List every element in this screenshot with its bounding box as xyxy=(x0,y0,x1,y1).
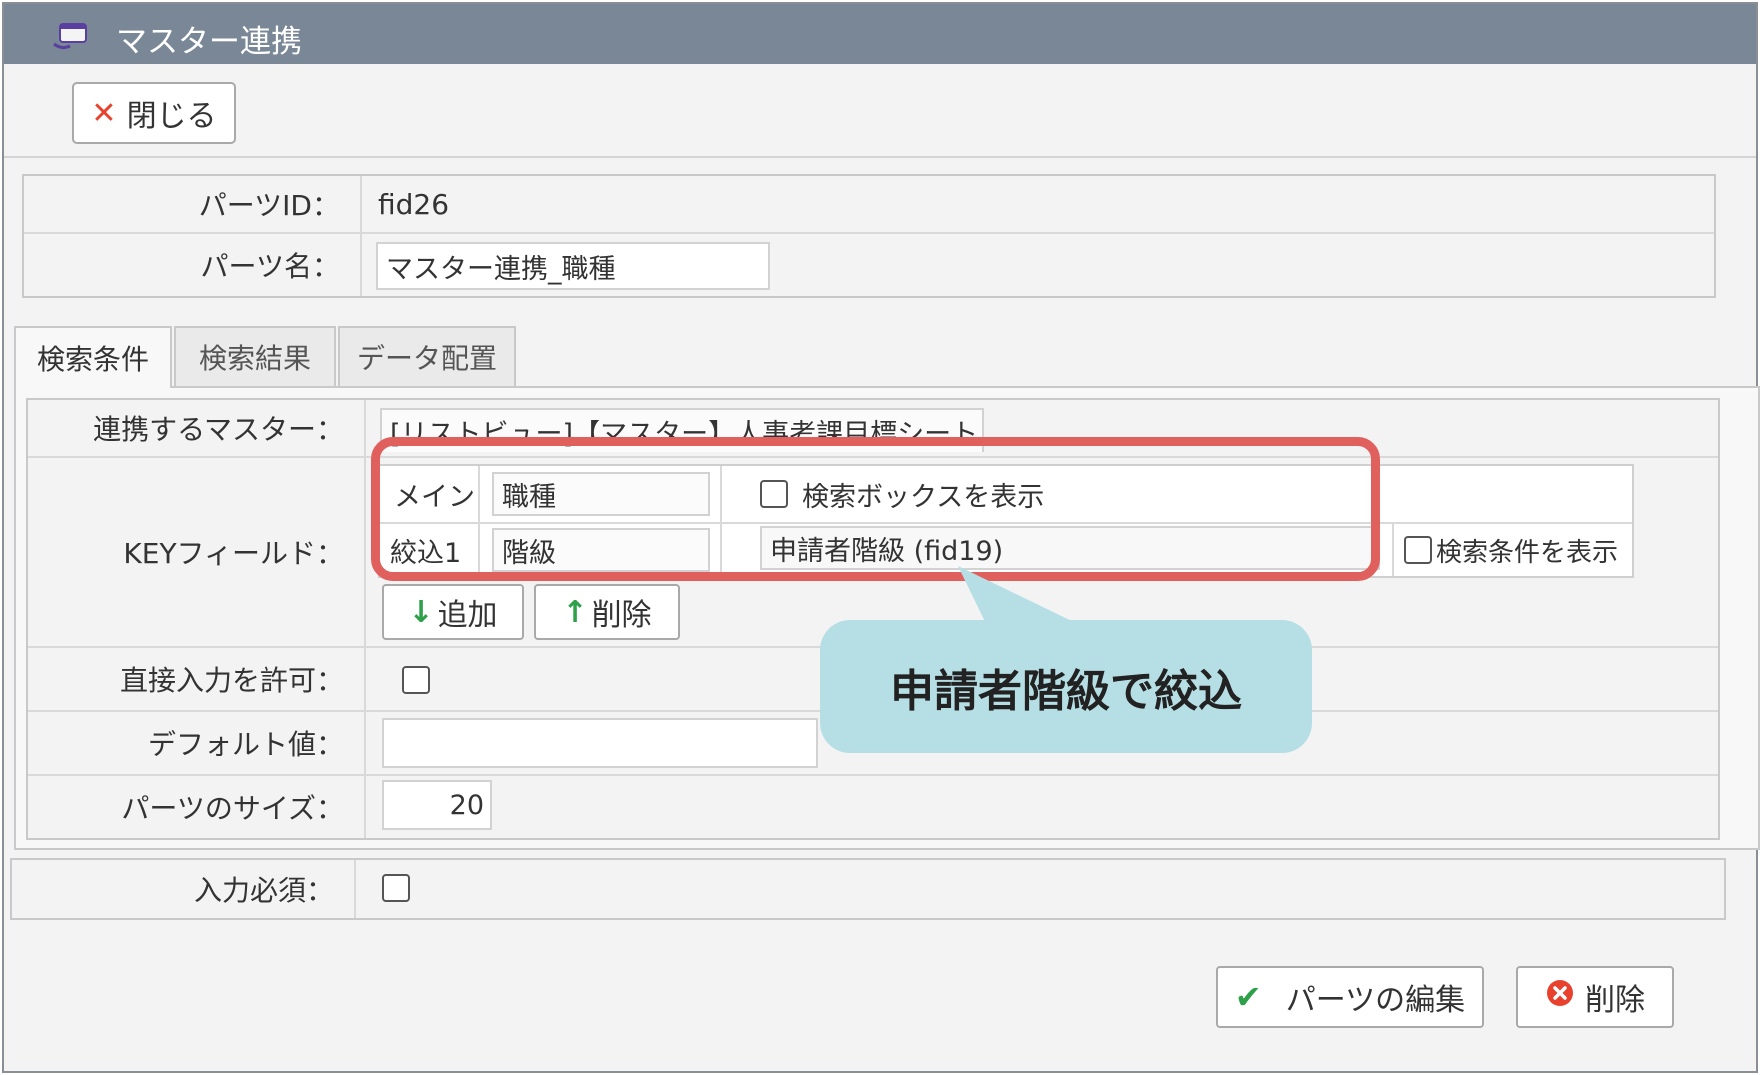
direct-input-checkbox[interactable] xyxy=(402,666,430,694)
tab-search-results[interactable]: 検索結果 xyxy=(174,326,336,386)
delete-parts-button[interactable]: 削除 xyxy=(1516,966,1674,1028)
arrow-up-icon: ↑ xyxy=(562,594,588,630)
arrow-down-icon: ↓ xyxy=(408,594,434,630)
basic-info-panel: パーツID： fid26 パーツ名： マスター連携_職種 xyxy=(22,174,1716,298)
default-value-input[interactable] xyxy=(382,718,818,768)
required-label: 入力必須： xyxy=(12,860,356,918)
required-checkbox[interactable] xyxy=(382,874,410,902)
linked-master-label: 連携するマスター： xyxy=(28,400,366,456)
parts-name-cell: マスター連携_職種 xyxy=(364,234,1714,296)
key-field-label: KEYフィールド： xyxy=(28,458,366,646)
parts-name-input[interactable]: マスター連携_職種 xyxy=(376,242,770,290)
remove-key-button[interactable]: ↑ 削除 xyxy=(534,584,680,640)
check-icon: ✔ xyxy=(1234,978,1262,1016)
parts-id-value: fid26 xyxy=(364,176,1714,232)
remove-key-button-label: 削除 xyxy=(591,598,652,633)
annotation-highlight-box xyxy=(371,437,1380,581)
toolbar-divider xyxy=(4,156,1756,158)
show-search-condition-checkbox[interactable] xyxy=(1404,536,1432,564)
required-row: 入力必須： xyxy=(10,858,1726,920)
app-window-icon xyxy=(52,20,92,50)
close-button-label: 閉じる xyxy=(126,99,217,134)
add-key-button[interactable]: ↓ 追加 xyxy=(382,584,524,640)
default-value-label: デフォルト値： xyxy=(28,712,366,774)
title-bar: マスター連携 xyxy=(4,4,1756,64)
parts-size-row: パーツのサイズ： 20 xyxy=(28,776,1718,838)
parts-name-row: パーツ名： マスター連携_職種 xyxy=(24,234,1714,296)
tab-search-conditions[interactable]: 検索条件 xyxy=(14,326,172,388)
delete-circle-icon xyxy=(1545,978,1575,1016)
direct-input-label: 直接入力を許可： xyxy=(28,648,366,710)
parts-id-row: パーツID： fid26 xyxy=(24,176,1714,234)
parts-size-input[interactable]: 20 xyxy=(382,780,492,830)
close-button[interactable]: ✕ 閉じる xyxy=(72,82,236,144)
close-x-icon: ✕ xyxy=(91,95,117,131)
show-search-condition-label: 検索条件を表示 xyxy=(1436,537,1619,568)
tab-data-layout[interactable]: データ配置 xyxy=(338,326,516,386)
edit-parts-button-label: パーツの編集 xyxy=(1285,983,1466,1018)
annotation-callout: 申請者階級で絞込 xyxy=(820,620,1312,753)
edit-parts-button[interactable]: ✔ パーツの編集 xyxy=(1216,966,1484,1028)
parts-name-label: パーツ名： xyxy=(24,234,362,296)
add-key-button-label: 追加 xyxy=(437,598,498,633)
delete-parts-button-label: 削除 xyxy=(1585,983,1645,1018)
dialog-title: マスター連携 xyxy=(116,24,302,60)
parts-id-label: パーツID： xyxy=(24,176,362,232)
parts-size-label: パーツのサイズ： xyxy=(28,776,366,838)
parts-size-cell: 20 xyxy=(368,776,1718,838)
